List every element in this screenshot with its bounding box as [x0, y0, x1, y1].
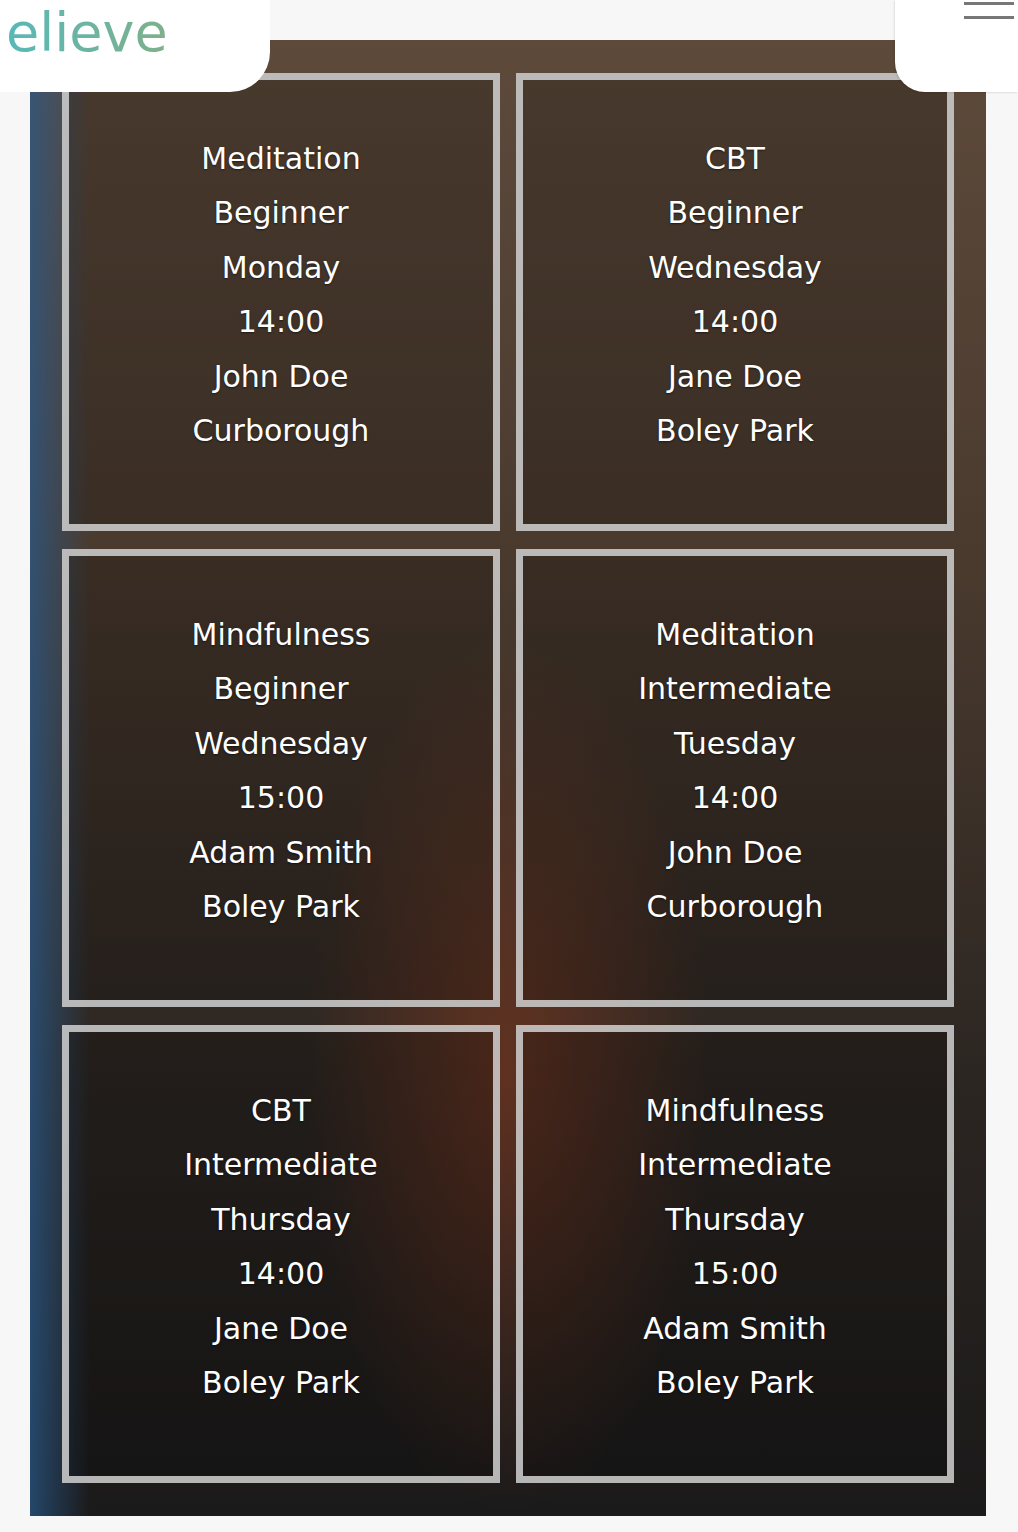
- logo[interactable]: elieve: [0, 0, 270, 92]
- class-day: Wednesday: [648, 241, 822, 295]
- class-time: 15:00: [692, 1247, 778, 1301]
- logo-text: elieve: [6, 6, 168, 60]
- class-time: 14:00: [692, 295, 778, 349]
- class-level: Intermediate: [638, 662, 832, 716]
- class-level: Beginner: [213, 186, 348, 240]
- class-location: Curborough: [647, 880, 824, 934]
- class-instructor: Jane Doe: [214, 1302, 348, 1356]
- class-level: Beginner: [213, 662, 348, 716]
- class-day: Wednesday: [194, 717, 368, 771]
- class-level: Intermediate: [184, 1138, 378, 1192]
- class-location: Curborough: [193, 404, 370, 458]
- class-name: Mindfulness: [646, 1084, 825, 1138]
- class-name: CBT: [251, 1084, 311, 1138]
- class-day: Tuesday: [674, 717, 796, 771]
- class-name: Meditation: [655, 608, 814, 662]
- class-grid: MeditationBeginnerMonday14:00John DoeCur…: [30, 40, 986, 1516]
- class-card[interactable]: CBTBeginnerWednesday14:00Jane DoeBoley P…: [516, 73, 954, 531]
- class-level: Beginner: [667, 186, 802, 240]
- class-card[interactable]: MindfulnessIntermediateThursday15:00Adam…: [516, 1025, 954, 1483]
- class-location: Boley Park: [656, 404, 814, 458]
- class-instructor: Adam Smith: [643, 1302, 827, 1356]
- class-day: Thursday: [211, 1193, 351, 1247]
- class-instructor: Adam Smith: [189, 826, 373, 880]
- hamburger-icon: [964, 0, 1014, 24]
- class-name: Mindfulness: [192, 608, 371, 662]
- schedule-panel: MeditationBeginnerMonday14:00John DoeCur…: [30, 40, 986, 1516]
- class-time: 14:00: [238, 1247, 324, 1301]
- class-card[interactable]: MeditationIntermediateTuesday14:00John D…: [516, 549, 954, 1007]
- class-day: Monday: [222, 241, 340, 295]
- class-instructor: John Doe: [214, 350, 349, 404]
- class-name: CBT: [705, 132, 765, 186]
- class-location: Boley Park: [202, 880, 360, 934]
- class-time: 15:00: [238, 771, 324, 825]
- menu-button[interactable]: [895, 0, 1018, 92]
- class-instructor: John Doe: [668, 826, 803, 880]
- class-time: 14:00: [238, 295, 324, 349]
- class-time: 14:00: [692, 771, 778, 825]
- page: elieveMeditationBeginnerMonday14:00John …: [0, 0, 1018, 1532]
- class-day: Thursday: [665, 1193, 805, 1247]
- class-level: Intermediate: [638, 1138, 832, 1192]
- class-card[interactable]: MindfulnessBeginnerWednesday15:00Adam Sm…: [62, 549, 500, 1007]
- class-card[interactable]: MeditationBeginnerMonday14:00John DoeCur…: [62, 73, 500, 531]
- class-name: Meditation: [201, 132, 360, 186]
- class-location: Boley Park: [202, 1356, 360, 1410]
- class-instructor: Jane Doe: [668, 350, 802, 404]
- class-card[interactable]: CBTIntermediateThursday14:00Jane DoeBole…: [62, 1025, 500, 1483]
- class-location: Boley Park: [656, 1356, 814, 1410]
